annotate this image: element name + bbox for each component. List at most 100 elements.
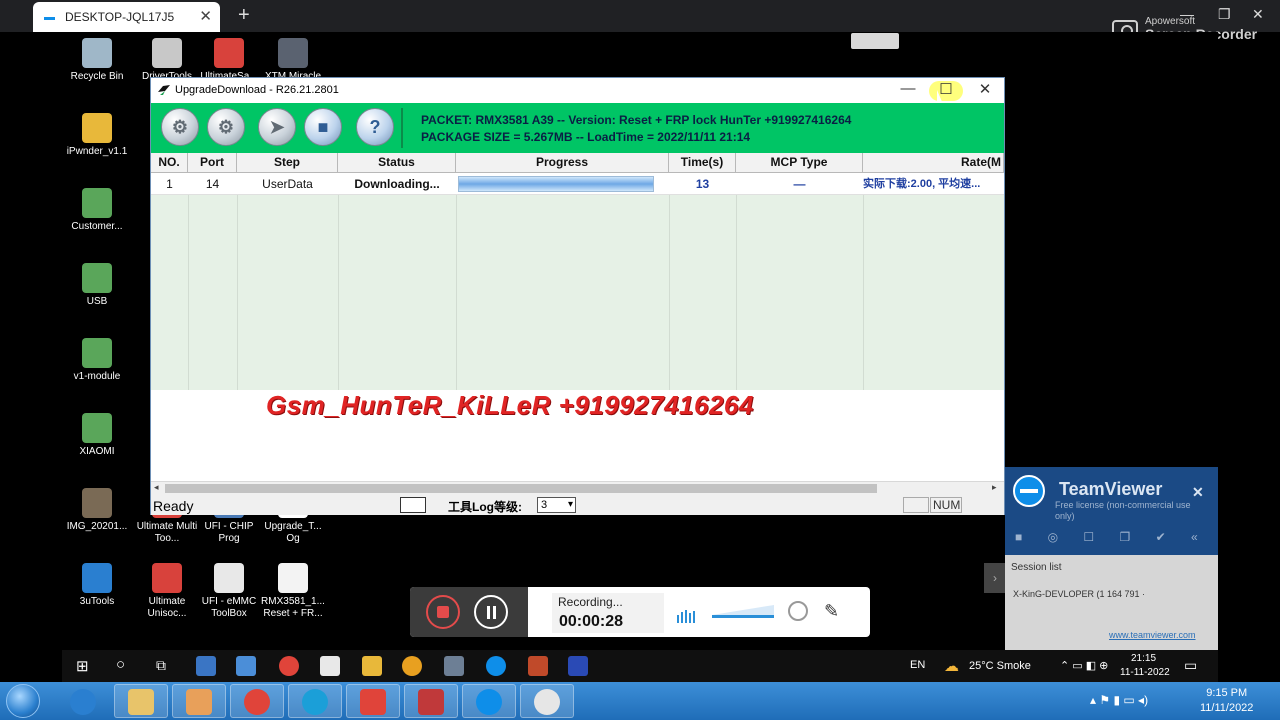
desktop-app-icon (82, 263, 112, 293)
num-lock-indicator: NUM (930, 497, 962, 513)
desktop-icon-label: Upgrade_T... Og (264, 521, 322, 544)
desktop-icon-label: iPwnder_v1.1 (66, 146, 128, 157)
desktop-app-icon (214, 38, 244, 68)
volume-slider[interactable] (712, 615, 774, 618)
remote-session-tab[interactable]: DESKTOP-JQL17J5 ✕ (33, 2, 220, 32)
window-close-button[interactable]: ✕ (971, 80, 999, 102)
package-size-line: PACKAGE SIZE = 5.267MB -- LoadTime = 202… (421, 130, 751, 144)
stop-recording-button[interactable] (426, 595, 460, 629)
status-pane (903, 497, 929, 513)
scroll-right-icon[interactable]: ▸ (992, 482, 997, 493)
window-titlebar: UpgradeDownload - R26.21.2801 — ☐ ✕ (151, 78, 1004, 104)
weather-text[interactable]: 25°C Smoke (969, 660, 1031, 672)
teamviewer-logo-icon (1013, 475, 1045, 507)
options-gears-icon[interactable]: ⚙ (207, 108, 245, 146)
teamviewer-action-icons[interactable]: ■ ◎ ☐ ❐ ✔ « (1015, 530, 1209, 544)
scroll-thumb[interactable] (165, 484, 877, 493)
teamviewer-icon (41, 10, 58, 27)
desktop-icon[interactable]: iPwnder_v1.1 (62, 113, 132, 158)
remote-toolbar-mini[interactable] (851, 33, 899, 49)
toolbox-icon[interactable] (404, 684, 458, 718)
anydesk-icon[interactable] (346, 684, 400, 718)
new-tab-icon[interactable]: + (238, 4, 250, 27)
pause-recording-button[interactable] (474, 595, 508, 629)
scroll-left-icon[interactable]: ◂ (154, 482, 159, 493)
desktop-icon[interactable]: Customer... (62, 188, 132, 233)
search-icon[interactable]: ○ (116, 656, 125, 673)
desktop-icon[interactable]: XIAOMI (62, 413, 132, 458)
start-orb-icon[interactable] (6, 684, 40, 718)
column-header[interactable]: NO. (151, 153, 188, 173)
app-icon[interactable] (320, 656, 340, 676)
teamviewer-close-icon[interactable]: ✕ (1192, 484, 1204, 501)
settings-gear-icon[interactable]: ⚙ (161, 108, 199, 146)
edge-icon[interactable] (288, 684, 342, 718)
recording-status: Recording... 00:00:28 (552, 593, 664, 633)
mail-icon[interactable] (236, 656, 256, 676)
winrar-icon[interactable] (528, 656, 548, 676)
desktop-icon[interactable]: RMX3581_1... Reset + FR... (258, 563, 328, 620)
chrome-icon[interactable] (279, 656, 299, 676)
column-header[interactable]: Port (188, 153, 237, 173)
local-tray-icons[interactable]: ▴ ⚑ ▮ ▭ ◂) (1090, 693, 1148, 707)
app-icon[interactable] (444, 656, 464, 676)
local-clock[interactable]: 9:15 PM 11/11/2022 (1200, 686, 1253, 716)
stop-download-button[interactable]: ■ (304, 108, 342, 146)
open-folder-icon[interactable] (400, 497, 426, 513)
ie-icon[interactable] (56, 684, 110, 718)
desktop-app-icon (82, 113, 112, 143)
restore-icon[interactable]: ❐ (1218, 6, 1231, 23)
desktop-icon[interactable]: USB (62, 263, 132, 308)
upgrade-download-icon[interactable] (568, 656, 588, 676)
desktop-icon[interactable]: Ultimate Unisoc... (132, 563, 202, 620)
window-minimize-button[interactable]: — (894, 80, 922, 102)
log-level-select[interactable]: 3 (537, 497, 576, 513)
file-explorer-icon[interactable] (362, 656, 382, 676)
desktop-icon[interactable]: v1-module (62, 338, 132, 383)
teamviewer-link[interactable]: www.teamviewer.com (1109, 630, 1196, 640)
media-player-icon[interactable] (172, 684, 226, 718)
column-header[interactable]: Time(s) (669, 153, 736, 173)
desktop-icon-label: XIAOMI (79, 446, 115, 457)
desktop-icon-label: Ultimate Unisoc... (147, 596, 187, 619)
desktop-icon[interactable]: 3uTools (62, 563, 132, 608)
desktop-icon-label: UFI - CHIP Prog (204, 521, 254, 544)
annotate-pen-icon[interactable]: ✎ (824, 601, 839, 622)
explorer-icon[interactable] (114, 684, 168, 718)
help-icon[interactable]: ? (356, 108, 394, 146)
start-download-button[interactable]: ➤ (258, 108, 296, 146)
mouse-cursor-icon (937, 90, 943, 104)
app-icon[interactable] (402, 656, 422, 676)
task-view-icon[interactable]: ⧉ (156, 657, 166, 674)
teamviewer-icon[interactable] (462, 684, 516, 718)
local-taskbar: ▴ ⚑ ▮ ▭ ◂) 9:15 PM 11/11/2022 (0, 682, 1280, 720)
local-clock-time: 9:15 PM (1206, 687, 1248, 699)
close-tab-icon[interactable]: ✕ (199, 7, 212, 25)
webcam-icon[interactable] (788, 601, 808, 621)
app-icon[interactable] (520, 684, 574, 718)
teamviewer-icon[interactable] (486, 656, 506, 676)
column-header[interactable]: MCP Type (736, 153, 863, 173)
column-header[interactable]: Rate(M (863, 153, 1004, 173)
column-header[interactable]: Step (237, 153, 338, 173)
desktop-app-icon (82, 413, 112, 443)
desktop-icon[interactable]: IMG_20201... (62, 488, 132, 533)
app-toolbar: ⚙ ⚙ ➤ ■ ? PACKET: RMX3581 A39 -- Version… (151, 103, 1004, 153)
windows-start-icon[interactable]: ⊞ (76, 657, 89, 675)
desktop-icon[interactable]: UFI - eMMC ToolBox (194, 563, 264, 620)
desktop-icon-label: v1-module (73, 371, 121, 382)
close-icon[interactable]: ✕ (1252, 6, 1264, 23)
desktop-icon-label: UFI - eMMC ToolBox (201, 596, 257, 619)
tray-icons[interactable]: ⌃ ▭ ◧ ⊕ (1060, 659, 1108, 672)
session-entry[interactable]: X-KinG-DEVLOPER (1 164 791 · (1013, 589, 1145, 599)
column-header[interactable]: Progress (456, 153, 669, 173)
column-header[interactable]: Status (338, 153, 456, 173)
horizontal-scrollbar[interactable]: ◂ ▸ (151, 481, 1004, 495)
desktop-icon[interactable]: Recycle Bin (62, 38, 132, 83)
chrome-icon[interactable] (230, 684, 284, 718)
desktop-app-icon (82, 38, 112, 68)
teamviewer-expand-icon[interactable]: › (984, 563, 1006, 593)
language-indicator[interactable]: EN (910, 659, 925, 671)
store-icon[interactable] (196, 656, 216, 676)
notification-icon[interactable]: ▭ (1184, 657, 1197, 674)
